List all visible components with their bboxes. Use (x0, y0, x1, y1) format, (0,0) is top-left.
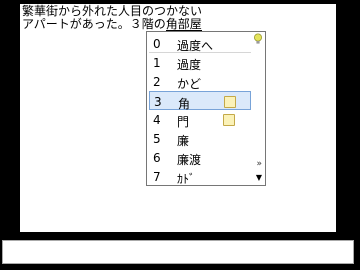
candidate-text: かど (177, 77, 202, 91)
composition-string[interactable]: 角部屋 (165, 18, 202, 31)
note-icon (223, 114, 235, 126)
candidate-item-6[interactable]: 6 廉渡 (149, 148, 251, 167)
ime-candidate-window[interactable]: 0 過度へ 1 過度 2 かど 3 角 4 門 5 廉 6 廉渡 7 ｶﾄﾞ »… (146, 31, 266, 186)
candidate-item-7[interactable]: 7 ｶﾄﾞ (149, 167, 251, 186)
candidate-number: 0 (153, 37, 161, 51)
candidate-text: ｶﾄﾞ (177, 172, 196, 186)
candidate-text: 過度へ (177, 39, 214, 53)
candidate-text: 廉 (177, 134, 190, 148)
candidate-item-2[interactable]: 2 かど (149, 72, 251, 91)
candidate-number: 1 (153, 56, 161, 70)
candidate-text: 過度 (177, 58, 202, 72)
candidate-number: 4 (153, 113, 161, 127)
candidate-item-1[interactable]: 1 過度 (149, 53, 251, 72)
candidate-item-4[interactable]: 4 門 (149, 110, 251, 129)
status-bar (2, 240, 354, 264)
lightbulb-icon[interactable] (253, 33, 263, 45)
double-chevron-right-icon[interactable]: » (256, 159, 262, 169)
candidate-number: 3 (154, 95, 162, 109)
candidate-number: 7 (153, 170, 161, 184)
candidate-item-3[interactable]: 3 角 (149, 91, 251, 111)
candidate-number: 2 (153, 75, 161, 89)
note-icon (224, 96, 236, 108)
candidate-text: 門 (177, 115, 190, 129)
candidate-item-0[interactable]: 0 過度へ (149, 34, 251, 53)
letterbox-left (0, 0, 20, 270)
triangle-down-icon[interactable]: ▼ (256, 173, 262, 182)
candidate-item-5[interactable]: 5 廉 (149, 129, 251, 148)
candidate-text: 廉渡 (177, 153, 202, 167)
document-line-2-text: アパートがあった。３階の (22, 17, 166, 31)
candidate-number: 5 (153, 132, 161, 146)
letterbox-right (336, 0, 360, 270)
document-line-2: アパートがあった。３階の角部屋 (22, 18, 202, 31)
candidate-number: 6 (153, 151, 161, 165)
